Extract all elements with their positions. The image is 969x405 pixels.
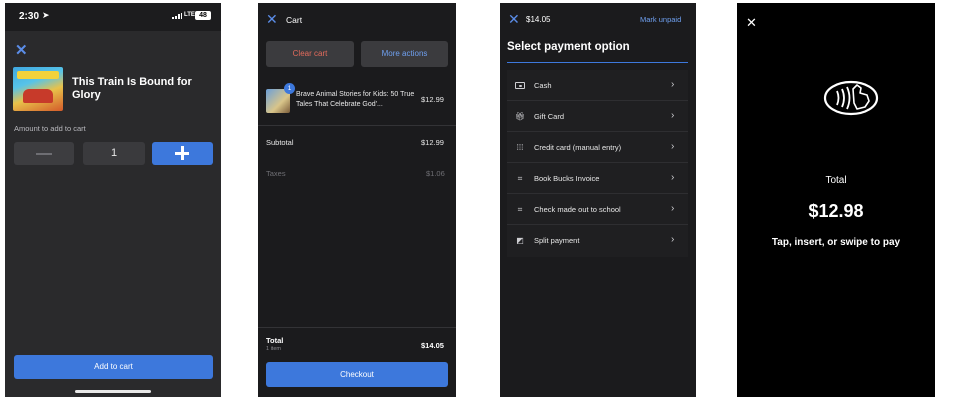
gift-icon: 🎁︎ xyxy=(515,112,526,121)
close-icon[interactable]: ✕ xyxy=(266,11,278,28)
network-type: LTE xyxy=(184,12,195,18)
payment-option-label: Check made out to school xyxy=(534,205,621,214)
cash-icon xyxy=(515,82,525,89)
subtotal-value: $12.99 xyxy=(421,138,444,147)
check-icon: ⌗ xyxy=(517,205,523,214)
status-bar: 2:30 ➤ LTE 48 xyxy=(5,3,221,31)
payment-option-label: Book Bucks Invoice xyxy=(534,174,600,183)
amount-due: $14.05 xyxy=(526,15,551,24)
divider xyxy=(258,125,456,126)
taxes-label: Taxes xyxy=(266,169,286,178)
payment-option-label: Gift Card xyxy=(534,112,565,121)
payment-option-cash[interactable]: Cash › xyxy=(507,70,688,101)
total-item-count: 1 item xyxy=(266,346,281,352)
page-title: Cart xyxy=(286,15,303,25)
location-arrow-icon: ➤ xyxy=(42,10,50,20)
minus-icon xyxy=(36,153,52,155)
amount-label: Amount to add to cart xyxy=(14,124,86,133)
quantity-badge: 1 xyxy=(284,83,295,94)
total-value: $14.05 xyxy=(421,341,444,350)
payment-option-credit-card[interactable]: ⁞⁞⁞ Credit card (manual entry) › xyxy=(507,132,688,163)
total-label: Total xyxy=(266,336,284,345)
page-title: Select payment option xyxy=(507,41,630,53)
chevron-right-icon: › xyxy=(671,172,675,183)
quantity-field[interactable]: 1 xyxy=(83,142,145,165)
heading-underline xyxy=(507,62,688,63)
home-indicator xyxy=(75,390,151,393)
payment-option-label: Cash xyxy=(534,81,552,90)
invoice-icon: ⌗ xyxy=(517,174,523,183)
add-to-cart-button[interactable]: Add to cart xyxy=(14,355,213,379)
clear-cart-button[interactable]: Clear cart xyxy=(266,41,354,67)
taxes-value: $1.06 xyxy=(426,169,445,178)
cart-screen: ✕ Cart Clear cart More actions 1 Brave A… xyxy=(258,3,456,397)
payment-option-check[interactable]: ⌗ Check made out to school › xyxy=(507,194,688,225)
close-icon[interactable]: ✕ xyxy=(15,41,28,59)
payment-option-book-bucks[interactable]: ⌗ Book Bucks Invoice › xyxy=(507,163,688,194)
tap-to-pay-screen: ✕ Total $12.98 Tap, insert, or swipe to … xyxy=(737,3,935,397)
decrement-button[interactable] xyxy=(14,142,74,165)
close-icon[interactable]: ✕ xyxy=(746,15,757,31)
close-icon[interactable]: ✕ xyxy=(508,11,520,28)
book-cover-image xyxy=(13,67,63,111)
add-to-cart-screen: 2:30 ➤ LTE 48 ✕ This Train Is Bound for … xyxy=(5,3,221,397)
signal-icon xyxy=(172,13,182,19)
chevron-right-icon: › xyxy=(671,234,675,245)
payment-instruction: Tap, insert, or swipe to pay xyxy=(771,237,901,248)
checkout-button[interactable]: Checkout xyxy=(266,362,448,387)
chevron-right-icon: › xyxy=(671,110,675,121)
battery-icon: 48 xyxy=(195,11,211,20)
chevron-right-icon: › xyxy=(671,79,675,90)
product-title: This Train Is Bound for Glory xyxy=(72,76,192,101)
chevron-right-icon: › xyxy=(671,203,675,214)
mark-unpaid-link[interactable]: Mark unpaid xyxy=(640,15,681,24)
payment-option-label: Credit card (manual entry) xyxy=(534,143,622,152)
increment-button[interactable] xyxy=(152,142,213,165)
total-label: Total xyxy=(825,175,847,186)
total-amount: $12.98 xyxy=(808,201,864,221)
status-time: 2:30 xyxy=(19,11,40,22)
split-icon: ◩ xyxy=(516,236,524,245)
payment-options-screen: ✕ $14.05 Mark unpaid Select payment opti… xyxy=(500,3,696,397)
keypad-icon: ⁞⁞⁞ xyxy=(516,143,524,152)
contactless-payment-icon xyxy=(823,80,879,116)
subtotal-label: Subtotal xyxy=(266,138,294,147)
chevron-right-icon: › xyxy=(671,141,675,152)
payment-option-gift-card[interactable]: 🎁︎ Gift Card › xyxy=(507,101,688,132)
payment-option-split[interactable]: ◩ Split payment › xyxy=(507,225,688,256)
divider xyxy=(258,327,456,328)
payment-option-label: Split payment xyxy=(534,236,580,245)
payment-option-list: Cash › 🎁︎ Gift Card › ⁞⁞⁞ Credit card (m… xyxy=(507,70,688,257)
cart-item-name[interactable]: Brave Animal Stories for Kids: 50 True T… xyxy=(296,90,424,110)
more-actions-button[interactable]: More actions xyxy=(361,41,448,67)
cart-item-price: $12.99 xyxy=(421,95,444,104)
